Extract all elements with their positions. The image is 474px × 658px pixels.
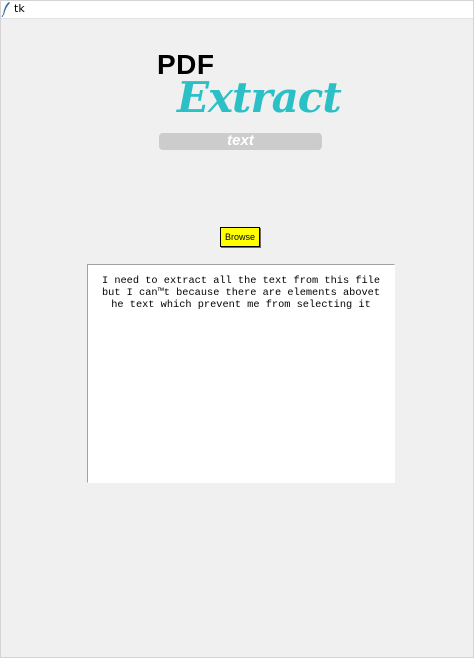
logo-tagline-text: text [227, 132, 254, 149]
browse-button[interactable]: Browse [220, 227, 260, 247]
title-bar: tk [1, 1, 473, 19]
window-title: tk [14, 2, 25, 15]
tk-feather-icon [1, 2, 10, 17]
app-window: tk PDF Extract text Browse I need to ext… [0, 0, 474, 658]
logo-extract-text: Extract [177, 73, 342, 122]
pdf-extract-logo: PDF Extract text [156, 46, 342, 156]
extracted-text: I need to extract all the text from this… [101, 275, 381, 311]
extracted-text-area[interactable]: I need to extract all the text from this… [87, 264, 395, 483]
